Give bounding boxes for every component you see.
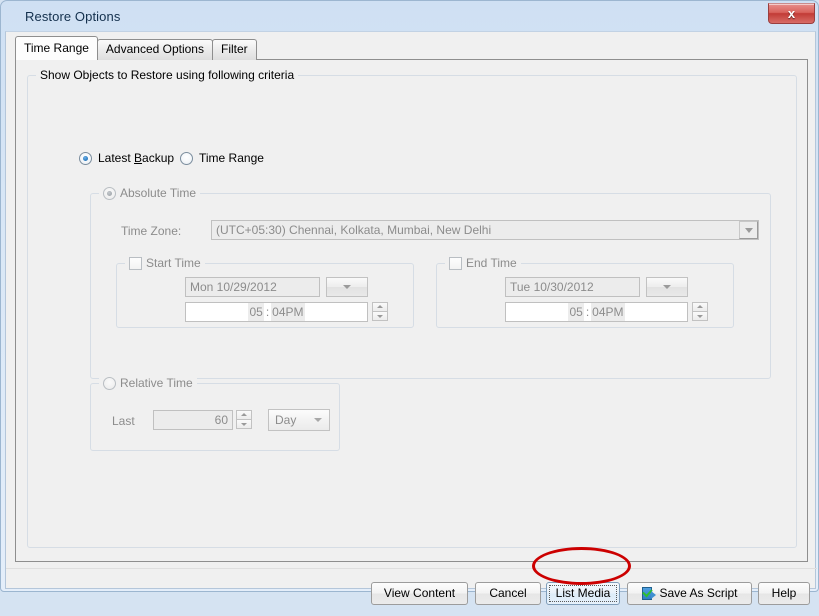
- window-title: Restore Options: [25, 9, 120, 24]
- relative-unit-value: Day: [275, 413, 296, 427]
- restore-options-dialog: Restore Options x Time Range Advanced Op…: [0, 0, 819, 592]
- caret-up-icon: [377, 305, 383, 308]
- start-time-stepper[interactable]: [372, 302, 388, 322]
- caret-up-icon: [697, 305, 703, 308]
- absolute-time-header[interactable]: Absolute Time: [99, 186, 200, 200]
- tab-strip: Time Range Advanced Options Filter: [15, 38, 256, 60]
- save-as-script-button-label: Save As Script: [659, 583, 737, 604]
- dialog-button-bar: View Content Cancel List Media Save As S…: [6, 568, 817, 616]
- radio-time-range[interactable]: Time Range: [180, 151, 264, 165]
- radio-relative-time-indicator: [103, 377, 116, 390]
- start-time-minute: 04PM: [271, 302, 304, 322]
- button-bar-divider: [6, 568, 817, 569]
- radio-time-range-label: Time Range: [199, 151, 264, 165]
- start-time-separator: :: [264, 303, 271, 321]
- end-time-label: End Time: [466, 256, 517, 270]
- end-time-stepper-down[interactable]: [692, 311, 708, 321]
- end-time-group: End Time Tue 10/30/2012 05 : 0: [436, 263, 734, 328]
- relative-amount-stepper-down[interactable]: [236, 419, 252, 429]
- tab-time-range[interactable]: Time Range: [15, 36, 98, 60]
- list-media-button[interactable]: List Media: [546, 582, 620, 605]
- tab-time-range-label: Time Range: [24, 41, 89, 55]
- help-button-label: Help: [772, 586, 797, 600]
- end-date-field[interactable]: Tue 10/30/2012: [505, 277, 640, 297]
- tab-advanced-options-label: Advanced Options: [106, 42, 204, 56]
- relative-amount-stepper[interactable]: [236, 410, 252, 430]
- start-time-hour: 05: [248, 302, 263, 322]
- radio-latest-backup-label: Latest Backup: [98, 151, 174, 165]
- end-time-hour: 05: [568, 302, 583, 322]
- tab-page-time-range: Show Objects to Restore using following …: [15, 59, 808, 562]
- caret-down-icon: [241, 423, 247, 426]
- radio-latest-backup[interactable]: Latest Backup: [79, 151, 174, 165]
- radio-absolute-time-indicator: [103, 187, 116, 200]
- start-date-picker-button[interactable]: [326, 277, 368, 297]
- title-bar: Restore Options x: [2, 2, 819, 31]
- tab-filter[interactable]: Filter: [212, 39, 257, 60]
- last-label: Last: [112, 414, 135, 428]
- start-time-value: 05 : 04PM: [186, 303, 367, 321]
- end-date-value: Tue 10/30/2012: [510, 280, 594, 294]
- tab-filter-label: Filter: [221, 42, 248, 56]
- relative-amount-value: 60: [215, 413, 228, 427]
- close-icon: x: [769, 4, 814, 23]
- start-time-label: Start Time: [146, 256, 201, 270]
- absolute-time-label: Absolute Time: [120, 186, 196, 200]
- checkbox-end-time[interactable]: [449, 257, 462, 270]
- cancel-button[interactable]: Cancel: [475, 582, 541, 605]
- cancel-button-label: Cancel: [489, 586, 526, 600]
- chevron-down-icon: [663, 285, 671, 289]
- start-time-stepper-down[interactable]: [372, 311, 388, 321]
- absolute-time-group: Absolute Time Time Zone: (UTC+05:30) Che…: [90, 193, 771, 379]
- end-time-field[interactable]: 05 : 04PM: [505, 302, 688, 322]
- checkbox-start-time[interactable]: [129, 257, 142, 270]
- time-zone-field[interactable]: (UTC+05:30) Chennai, Kolkata, Mumbai, Ne…: [211, 220, 759, 240]
- tab-advanced-options[interactable]: Advanced Options: [97, 39, 213, 60]
- criteria-group-title: Show Objects to Restore using following …: [36, 68, 298, 82]
- start-time-group: Start Time Mon 10/29/2012 05 :: [116, 263, 414, 328]
- radio-latest-backup-indicator: [79, 152, 92, 165]
- relative-time-header[interactable]: Relative Time: [99, 376, 197, 390]
- caret-down-icon: [697, 315, 703, 318]
- end-time-header[interactable]: End Time: [445, 256, 521, 270]
- caret-up-icon: [241, 413, 247, 416]
- end-time-minute: 04PM: [591, 302, 624, 322]
- list-media-button-label: List Media: [556, 586, 611, 600]
- relative-time-label: Relative Time: [120, 376, 193, 390]
- end-time-value: 05 : 04PM: [506, 303, 687, 321]
- end-time-separator: :: [584, 303, 591, 321]
- radio-time-range-indicator: [180, 152, 193, 165]
- chevron-down-icon: [314, 418, 322, 422]
- dialog-client-area: Time Range Advanced Options Filter Show …: [5, 31, 816, 589]
- start-date-value: Mon 10/29/2012: [190, 280, 277, 294]
- time-zone-dropdown-button[interactable]: [739, 221, 758, 239]
- chevron-down-icon: [343, 285, 351, 289]
- script-document-icon: [641, 587, 655, 601]
- view-content-button-label: View Content: [384, 586, 455, 600]
- start-date-field[interactable]: Mon 10/29/2012: [185, 277, 320, 297]
- close-button[interactable]: x: [768, 3, 815, 24]
- end-date-picker-button[interactable]: [646, 277, 688, 297]
- start-time-field[interactable]: 05 : 04PM: [185, 302, 368, 322]
- save-as-script-button[interactable]: Save As Script: [627, 582, 752, 605]
- time-zone-value: (UTC+05:30) Chennai, Kolkata, Mumbai, Ne…: [216, 223, 491, 237]
- view-content-button[interactable]: View Content: [371, 582, 468, 605]
- relative-time-group: Relative Time Last 60 Day: [90, 383, 340, 451]
- help-button[interactable]: Help: [758, 582, 810, 605]
- time-zone-label: Time Zone:: [121, 224, 181, 238]
- relative-amount-field[interactable]: 60: [153, 410, 233, 430]
- relative-unit-select[interactable]: Day: [268, 409, 330, 431]
- criteria-group: Show Objects to Restore using following …: [27, 75, 797, 548]
- caret-down-icon: [377, 315, 383, 318]
- chevron-down-icon: [745, 228, 753, 233]
- start-time-header[interactable]: Start Time: [125, 256, 205, 270]
- end-time-stepper[interactable]: [692, 302, 708, 322]
